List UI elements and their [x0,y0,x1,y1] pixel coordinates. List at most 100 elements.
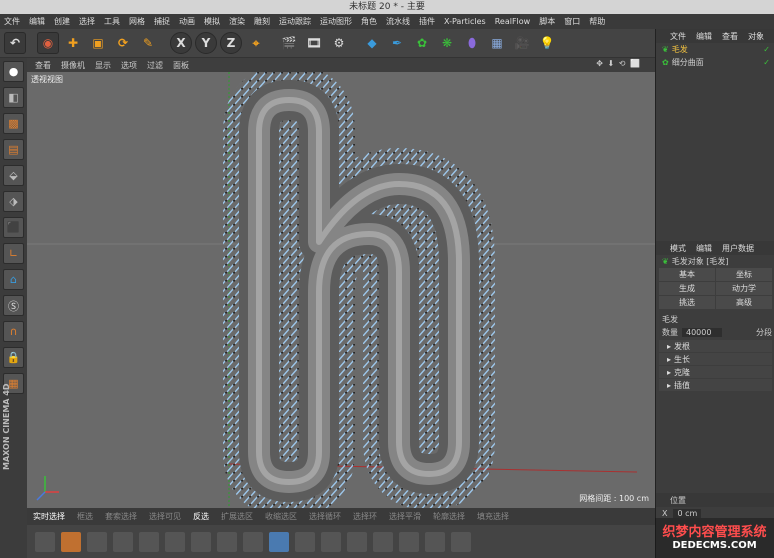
om-tab-view[interactable]: 查看 [722,31,738,42]
menu-tools[interactable]: 工具 [104,16,120,27]
menu-plugins[interactable]: 插件 [419,16,435,27]
grow-selection-tab[interactable]: 扩展选区 [221,511,253,522]
edges-mode-icon[interactable]: ⬗ [3,191,24,212]
menu-help[interactable]: 帮助 [589,16,605,27]
lasso-selection-tab[interactable]: 套索选择 [105,511,137,522]
menu-sculpt[interactable]: 雕刻 [254,16,270,27]
menu-mograph[interactable]: 运动图形 [320,16,352,27]
x-position-input[interactable]: 0 cm [673,509,702,518]
perspective-viewport[interactable]: 透视视图 网格间距 : 100 cm [27,72,655,508]
menu-render[interactable]: 渲染 [229,16,245,27]
menu-realflow[interactable]: RealFlow [495,17,531,26]
object-row-hair[interactable]: ❦ 毛发 ✓ [656,43,774,56]
viewport-nav-icons[interactable]: ✥ ⬇ ⟲ ⬜ [596,59,641,68]
menu-window[interactable]: 窗口 [564,16,580,27]
polygons-mode-icon[interactable]: ⬛ [3,217,24,238]
shrink-selection-tab[interactable]: 收缩选区 [265,511,297,522]
viewport-menu-view[interactable]: 查看 [35,60,51,71]
workplane-icon[interactable]: ▤ [3,139,24,160]
ring-selection-tab[interactable]: 选择环 [353,511,377,522]
tool-slot-icon[interactable] [87,531,107,552]
tool-slot-icon[interactable] [61,531,81,552]
tool-slot-icon[interactable] [451,531,471,552]
subdivision-icon[interactable]: ✿ [411,32,433,54]
menu-select[interactable]: 选择 [79,16,95,27]
visibility-dots-icon[interactable]: ✓ [763,45,770,54]
menu-create[interactable]: 创建 [54,16,70,27]
menu-mesh[interactable]: 网格 [129,16,145,27]
pen-spline-icon[interactable]: ✒ [386,32,408,54]
brush-icon[interactable]: ✎ [137,32,159,54]
loop-selection-tab[interactable]: 选择循环 [309,511,341,522]
am-button-advanced[interactable]: 高级 [716,296,772,309]
viewport-menu-panel[interactable]: 面板 [173,60,189,71]
object-row-subdivision[interactable]: ✿ 细分曲面 ✓ [656,56,774,69]
magnet-icon[interactable]: ∩ [3,321,24,342]
tool-slot-icon[interactable] [425,531,445,552]
coordinate-system-icon[interactable]: ⌖ [245,32,267,54]
om-tab-object[interactable]: 对象 [748,31,764,42]
rotate-icon[interactable]: ⟳ [112,32,134,54]
viewport-menu-camera[interactable]: 摄像机 [61,60,85,71]
live-select-icon[interactable]: ◉ [37,32,59,54]
tool-slot-icon[interactable] [373,531,393,552]
am-button-coord[interactable]: 坐标 [716,268,772,281]
menu-edit[interactable]: 编辑 [29,16,45,27]
tool-slot-icon[interactable] [347,531,367,552]
invert-selection-tab[interactable]: 反选 [193,511,209,522]
menu-animate[interactable]: 动画 [179,16,195,27]
snap-icon[interactable]: Ⓢ [3,295,24,316]
tool-slot-icon[interactable] [295,531,315,552]
hair-letter-h[interactable] [223,72,495,508]
group-growth[interactable]: ▸ 生长 [659,353,772,365]
tool-slot-icon[interactable] [139,531,159,552]
z-axis-button[interactable]: Z [220,32,242,54]
am-button-dynamics[interactable]: 动力学 [716,282,772,295]
render-view-icon[interactable]: 🎬 [278,32,300,54]
tool-slot-icon[interactable] [191,531,211,552]
rect-selection-tab[interactable]: 框选 [77,511,93,522]
group-roots[interactable]: ▸ 发根 [659,340,772,352]
am-button-pick[interactable]: 挑选 [659,296,715,309]
menu-snap[interactable]: 捕捉 [154,16,170,27]
am-button-basic[interactable]: 基本 [659,268,715,281]
tool-slot-icon[interactable] [165,531,185,552]
scale-icon[interactable]: ▣ [87,32,109,54]
viewport-menu-display[interactable]: 显示 [95,60,111,71]
model-mode-icon[interactable]: ◧ [3,87,24,108]
tool-slot-icon[interactable] [321,531,341,552]
menu-pipeline[interactable]: 流水线 [386,16,410,27]
am-tab-edit[interactable]: 编辑 [696,243,712,254]
menu-motion-tracking[interactable]: 运动跟踪 [279,16,311,27]
select-visible-tab[interactable]: 选择可见 [149,511,181,522]
texture-mode-icon[interactable]: ▩ [3,113,24,134]
undo-icon[interactable]: ↶ [4,32,26,54]
am-tab-mode[interactable]: 模式 [670,243,686,254]
points-mode-icon[interactable]: ⬙ [3,165,24,186]
count-input[interactable]: 40000 [682,328,722,337]
move-icon[interactable]: ✚ [62,32,84,54]
am-tab-user-data[interactable]: 用户数据 [722,243,754,254]
smooth-selection-tab[interactable]: 选择平滑 [389,511,421,522]
om-tab-file[interactable]: 文件 [670,31,686,42]
tool-slot-icon[interactable] [399,531,419,552]
group-clone[interactable]: ▸ 克隆 [659,366,772,378]
make-editable-icon[interactable]: ● [3,61,24,82]
menu-file[interactable]: 文件 [4,16,20,27]
floor-icon[interactable]: ▦ [486,32,508,54]
outline-selection-tab[interactable]: 轮廓选择 [433,511,465,522]
tool-slot-icon[interactable] [269,531,289,552]
live-selection-tab[interactable]: 实时选择 [33,511,65,522]
deformer-icon[interactable]: ⬮ [461,32,483,54]
light-icon[interactable]: 💡 [536,32,558,54]
fill-selection-tab[interactable]: 填充选择 [477,511,509,522]
render-settings-icon[interactable]: ⚙ [328,32,350,54]
tool-slot-icon[interactable] [217,531,237,552]
viewport-menu-filter[interactable]: 过滤 [147,60,163,71]
menu-character[interactable]: 角色 [361,16,377,27]
am-button-generate[interactable]: 生成 [659,282,715,295]
menu-x-particles[interactable]: X-Particles [444,17,486,26]
menu-simulate[interactable]: 模拟 [204,16,220,27]
om-tab-edit[interactable]: 编辑 [696,31,712,42]
menu-script[interactable]: 脚本 [539,16,555,27]
